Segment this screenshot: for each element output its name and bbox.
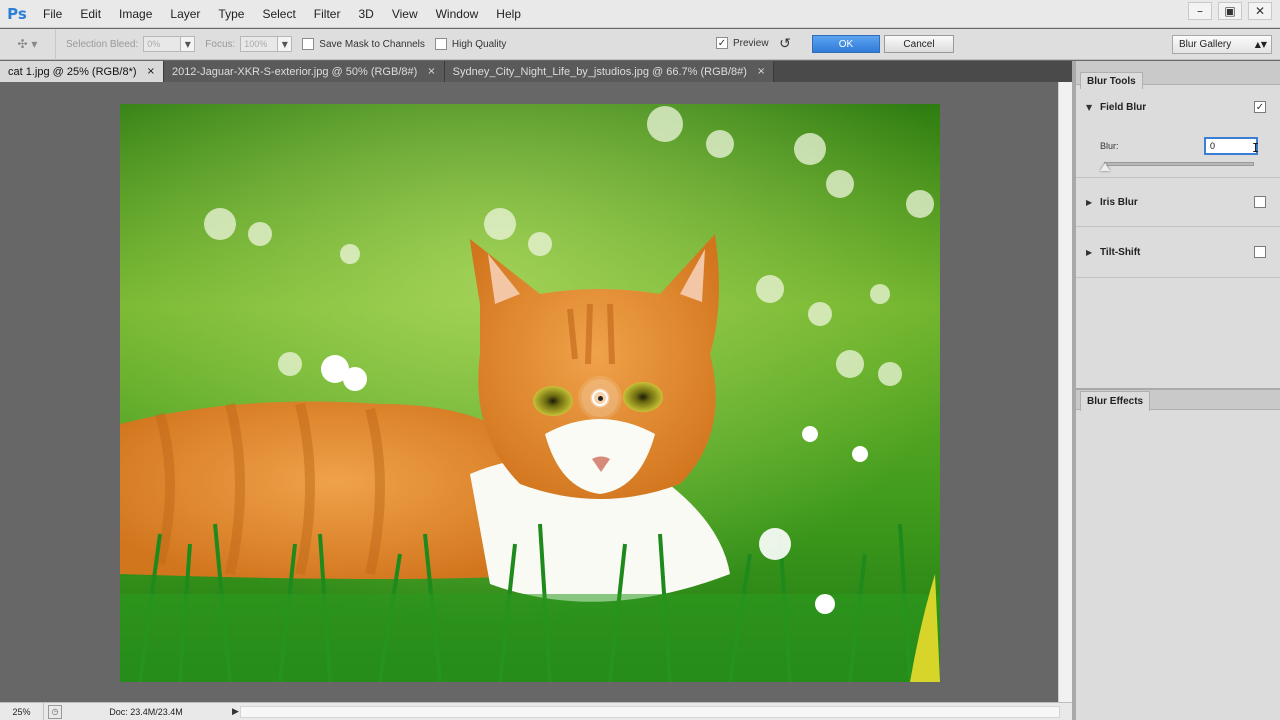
preview-label: Preview: [733, 37, 769, 49]
tilt-shift-checkbox[interactable]: [1254, 246, 1266, 258]
blur-pin-handle[interactable]: [578, 376, 622, 420]
status-bar: 25% ◷ Doc: 23.4M/23.4M ▶: [0, 702, 1072, 720]
menu-image[interactable]: Image: [110, 0, 161, 28]
save-mask-label: Save Mask to Channels: [319, 38, 425, 50]
cat-in-grass-image: [120, 104, 940, 682]
tab-blur-effects[interactable]: Blur Effects: [1080, 391, 1151, 411]
tilt-shift-section: ▶ Tilt-Shift: [1076, 227, 1280, 278]
blur-slider[interactable]: [1104, 162, 1254, 166]
save-mask-checkbox[interactable]: [302, 38, 315, 50]
selection-bleed-input[interactable]: 0% ▼: [143, 36, 196, 52]
options-bar: ✣ ▾ Selection Bleed: 0% ▼ Focus: 100% ▼ …: [0, 28, 1280, 60]
focus-label: Focus:: [205, 38, 236, 50]
blur-pin-dot: [597, 395, 603, 401]
field-blur-section: ▼ Field Blur ✓ Blur: 0 I: [1076, 85, 1280, 178]
iris-blur-label: Iris Blur: [1100, 196, 1138, 208]
menu-help[interactable]: Help: [487, 0, 530, 28]
window-controls: – ▣ ✕: [1188, 2, 1272, 20]
doc-size: Doc: 23.4M/23.4M: [109, 706, 183, 717]
blur-tools-header: Blur Tools: [1076, 61, 1280, 89]
expand-triangle-icon[interactable]: ▶: [1086, 198, 1100, 207]
blur-tools-panel: ▸▸ Blur Tools ▼ Field Blur ✓ Blur: 0 I ▶…: [1072, 61, 1280, 720]
menu-file[interactable]: File: [34, 0, 71, 28]
menu-type[interactable]: Type: [209, 0, 253, 28]
blur-amount-input[interactable]: 0: [1204, 137, 1258, 155]
menu-window[interactable]: Window: [427, 0, 488, 28]
menu-view[interactable]: View: [383, 0, 427, 28]
menu-3d[interactable]: 3D: [349, 0, 382, 28]
menu-layer[interactable]: Layer: [161, 0, 209, 28]
focus-value: 100%: [244, 39, 268, 49]
pin-tool-icon[interactable]: ✣ ▾: [0, 28, 56, 60]
focus-input[interactable]: 100% ▼: [240, 36, 293, 52]
selection-bleed-value: 0%: [147, 39, 161, 49]
expand-triangle-icon[interactable]: ▶: [1086, 248, 1100, 257]
workspace-select[interactable]: Blur Gallery ▲▼: [1172, 35, 1272, 54]
blur-label: Blur:: [1100, 141, 1119, 151]
blur-effects-header: Blur Effects: [1076, 388, 1280, 411]
chevron-down-icon: ▲▼: [1254, 40, 1267, 49]
close-icon[interactable]: ×: [757, 66, 765, 77]
photoshop-logo: Ps: [7, 4, 27, 23]
tab-jaguar[interactable]: 2012-Jaguar-XKR-S-exterior.jpg @ 50% (RG…: [163, 61, 445, 82]
close-button[interactable]: ✕: [1248, 2, 1272, 20]
zoom-level[interactable]: 25%: [0, 702, 44, 720]
menu-filter[interactable]: Filter: [305, 0, 350, 28]
tab-label: Sydney_City_Night_Life_by_jstudios.jpg @…: [452, 65, 747, 78]
close-icon[interactable]: ×: [427, 66, 435, 77]
menu-bar: Ps File Edit Image Layer Type Select Fil…: [0, 0, 1280, 28]
high-quality-checkbox[interactable]: [434, 38, 447, 50]
close-icon[interactable]: ×: [147, 66, 155, 77]
expand-triangle-icon[interactable]: ▼: [1086, 103, 1100, 112]
blur-amount-value: 0: [1210, 141, 1216, 151]
field-blur-header[interactable]: ▼ Field Blur ✓: [1076, 85, 1280, 129]
menu-select[interactable]: Select: [253, 0, 304, 28]
cat-photo[interactable]: [120, 104, 940, 682]
tilt-shift-header[interactable]: ▶ Tilt-Shift: [1076, 227, 1280, 277]
field-blur-label: Field Blur: [1100, 101, 1147, 113]
high-quality-label: High Quality: [451, 38, 507, 50]
field-blur-checkbox[interactable]: ✓: [1254, 101, 1266, 113]
menu-edit[interactable]: Edit: [71, 0, 110, 28]
vertical-scrollbar[interactable]: [1058, 82, 1072, 702]
restore-button[interactable]: ▣: [1218, 2, 1242, 20]
preview-toggle[interactable]: ✓ Preview: [706, 37, 769, 49]
chevron-down-icon[interactable]: ▼: [277, 37, 292, 51]
ok-button[interactable]: OK: [812, 35, 880, 53]
blur-pin-center[interactable]: [592, 390, 608, 406]
tab-label: cat 1.jpg @ 25% (RGB/8*): [8, 65, 137, 78]
blur-control: Blur: 0 I: [1076, 129, 1280, 177]
minimize-button[interactable]: –: [1188, 2, 1212, 20]
text-cursor-icon: I: [1252, 141, 1260, 155]
workspace-select-value: Blur Gallery: [1179, 39, 1232, 50]
blur-slider-thumb[interactable]: [1100, 163, 1110, 171]
horizontal-scrollbar[interactable]: [240, 706, 1060, 718]
chevron-down-icon[interactable]: ▼: [180, 37, 195, 51]
tab-cat[interactable]: cat 1.jpg @ 25% (RGB/8*) ×: [0, 61, 164, 82]
status-menu-arrow-icon[interactable]: ▶: [232, 707, 239, 717]
document-icon[interactable]: ◷: [48, 704, 62, 719]
tilt-shift-label: Tilt-Shift: [1100, 246, 1141, 258]
iris-blur-header[interactable]: ▶ Iris Blur: [1076, 178, 1280, 226]
iris-blur-section: ▶ Iris Blur: [1076, 178, 1280, 227]
iris-blur-checkbox[interactable]: [1254, 196, 1266, 208]
tab-sydney[interactable]: Sydney_City_Night_Life_by_jstudios.jpg @…: [444, 61, 775, 82]
cancel-button[interactable]: Cancel: [884, 35, 954, 53]
preview-checkbox[interactable]: ✓: [716, 37, 728, 49]
reset-pins-icon[interactable]: ↺: [776, 35, 794, 53]
document-tabs: cat 1.jpg @ 25% (RGB/8*) × 2012-Jaguar-X…: [0, 61, 1072, 82]
tab-label: 2012-Jaguar-XKR-S-exterior.jpg @ 50% (RG…: [171, 65, 418, 78]
selection-bleed-label: Selection Bleed:: [66, 38, 139, 50]
